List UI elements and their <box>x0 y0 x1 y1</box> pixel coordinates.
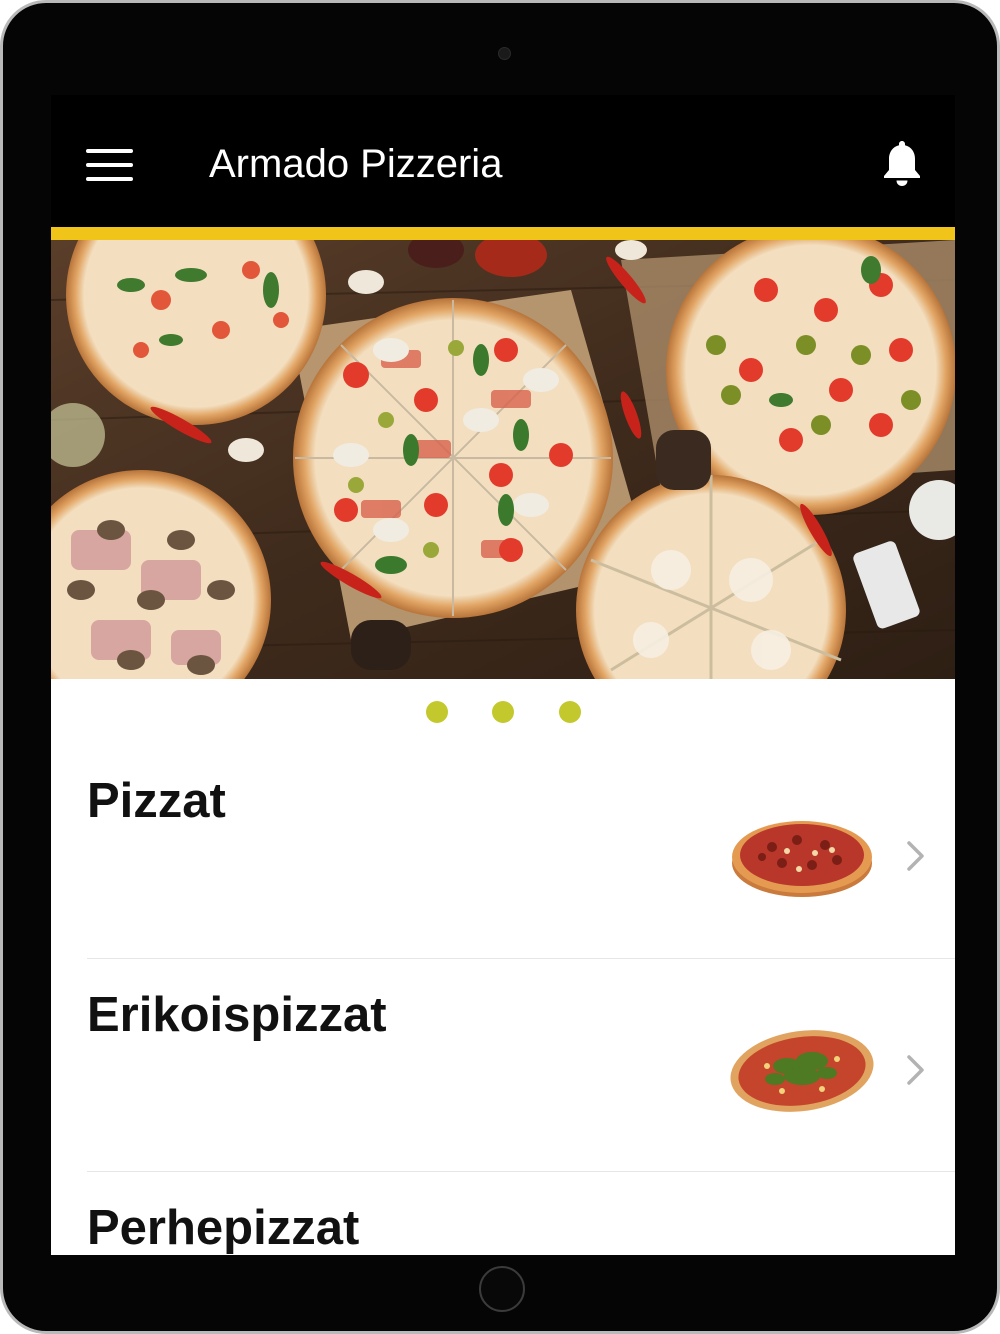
hamburger-menu-icon[interactable] <box>86 147 134 183</box>
pizza-table-illustration <box>51 240 955 679</box>
hero-carousel-image[interactable] <box>51 240 955 679</box>
category-item-pizzat[interactable]: Pizzat <box>51 745 955 958</box>
carousel-dot-2[interactable] <box>492 701 514 723</box>
carousel-pagination <box>51 701 955 723</box>
front-camera <box>498 47 511 60</box>
bell-icon[interactable] <box>879 139 925 187</box>
carousel-dot-1[interactable] <box>426 701 448 723</box>
home-button[interactable] <box>479 1266 525 1312</box>
category-label: Perhepizzat <box>87 1201 360 1255</box>
tablet-frame: Armado Pizzeria Pizzat Erikoispizzat Per… <box>0 0 1000 1334</box>
app-header: Armado Pizzeria <box>51 95 955 227</box>
category-label: Erikoispizzat <box>87 988 387 1042</box>
chevron-right-icon <box>907 841 924 871</box>
carousel-dot-3[interactable] <box>559 701 581 723</box>
category-item-erikoispizzat[interactable]: Erikoispizzat <box>51 959 955 1172</box>
pizza-thumbnail <box>732 821 872 897</box>
header-accent-stripe <box>51 227 955 240</box>
category-item-perhepizzat[interactable]: Perhepizzat <box>51 1172 955 1255</box>
special-pizza-thumbnail <box>730 1030 874 1112</box>
app-screen: Armado Pizzeria Pizzat Erikoispizzat Per… <box>51 95 955 1255</box>
category-label: Pizzat <box>87 774 226 828</box>
app-title: Armado Pizzeria <box>209 142 503 186</box>
chevron-right-icon <box>907 1055 924 1085</box>
